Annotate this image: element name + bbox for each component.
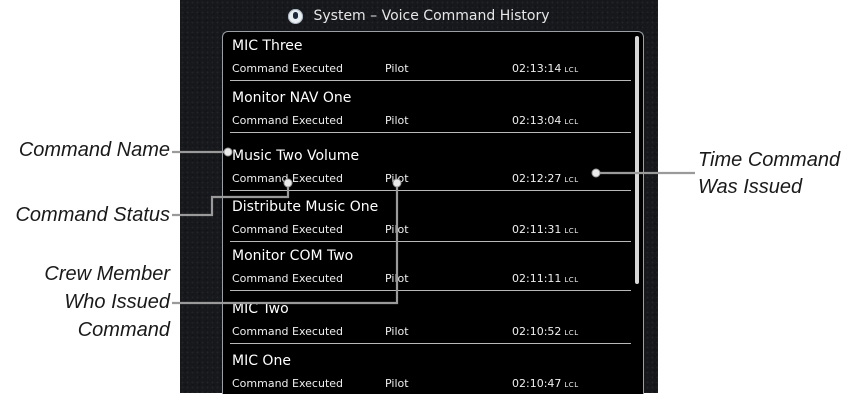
callout-dot-command-name bbox=[223, 147, 233, 157]
leader-line-command-status bbox=[172, 183, 290, 217]
callout-dot-time bbox=[591, 168, 601, 178]
callout-leader-lines bbox=[172, 147, 695, 305]
callout-dot-command-status bbox=[283, 178, 293, 188]
callout-dot-crew-member bbox=[392, 178, 402, 188]
leader-line-crew-member bbox=[172, 183, 399, 305]
